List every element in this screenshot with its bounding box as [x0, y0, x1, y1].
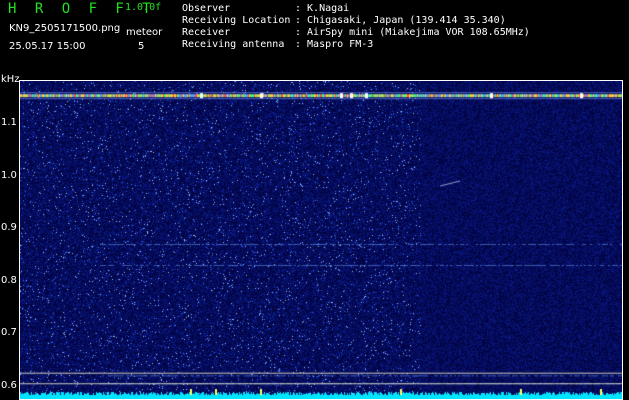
info-label-receiver: Receiver: [182, 27, 231, 38]
y-tick-label: 0.7: [1, 327, 17, 339]
info-label-location: Receiving Location: [182, 15, 291, 26]
y-tick-label: 0.8: [1, 274, 17, 286]
header: H R O F F T 1.0.0f KN9_2505171500.png me…: [0, 0, 629, 80]
filename-label: KN9_2505171500.png: [9, 23, 121, 34]
y-tick-label: 1.1: [1, 117, 17, 129]
spectrogram-canvas: [20, 81, 622, 399]
info-value-receiver: : AirSpy mini (Miakejima VOR 108.65MHz): [295, 27, 530, 38]
datetime-label: 25.05.17 15:00: [9, 41, 86, 52]
info-label-observer: Observer: [182, 3, 231, 14]
y-tick-label: 1.0: [1, 169, 17, 181]
y-tick-label: 0.9: [1, 222, 17, 234]
meteor-label: meteor: [126, 27, 163, 38]
info-label-antenna: Receiving antenna: [182, 39, 285, 50]
info-value-location: : Chigasaki, Japan (139.414 35.340): [295, 15, 506, 26]
meteor-count: 5: [138, 41, 145, 52]
version-label: 1.0.0f: [125, 2, 162, 13]
y-tick-label: 0.6: [1, 379, 17, 391]
info-value-observer: : K.Nagai: [295, 3, 350, 14]
spectrogram: [19, 80, 623, 400]
info-value-antenna: : Maspro FM-3: [295, 39, 374, 50]
y-axis-unit: kHz: [1, 74, 20, 85]
